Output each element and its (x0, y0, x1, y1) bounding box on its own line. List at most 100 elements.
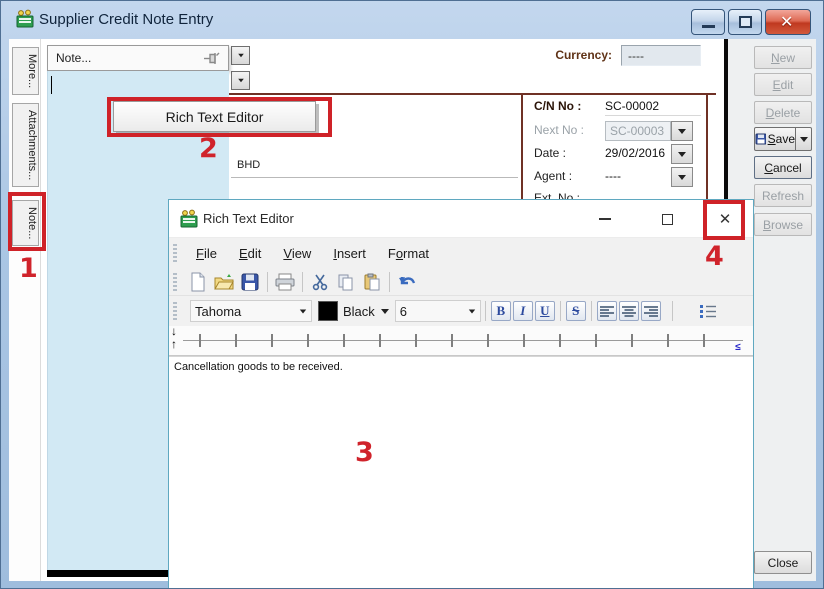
open-folder-icon[interactable] (213, 271, 235, 292)
agent-dropdown-button[interactable] (671, 167, 693, 187)
date-label: Date : (534, 146, 606, 160)
margin-marker-icon[interactable]: ≤ (735, 342, 741, 353)
menu-insert[interactable]: Insert (322, 242, 377, 265)
sidebar: More... Attachments... Note... (9, 39, 41, 581)
save-button[interactable]: Save (754, 127, 796, 151)
toolbar-separator (591, 301, 592, 321)
groupbox-right-border (706, 93, 708, 199)
minimize-icon (599, 218, 611, 220)
annotation-number-3: 3 (355, 437, 374, 468)
bullet-list-icon (699, 304, 717, 319)
rte-format-toolbar: Tahoma Black 6 B I U S (169, 295, 753, 326)
app-icon (15, 9, 35, 34)
font-name-select[interactable]: Tahoma (190, 300, 312, 322)
dropdown-arrow-icon (469, 309, 475, 313)
sidebar-tab-attachments[interactable]: Attachments... (12, 103, 39, 187)
cn-no-label: C/N No : (534, 99, 606, 113)
underline-button[interactable]: U (535, 301, 555, 321)
rte-menubar: File Edit View Insert Format (169, 238, 753, 268)
indent-marker-down-icon[interactable]: ↓ (171, 324, 177, 338)
currency-label: Currency: (521, 48, 612, 62)
ruler-ticks (199, 334, 739, 347)
sidebar-tab-more[interactable]: More... (12, 47, 39, 95)
window-titlebar: Supplier Credit Note Entry ✕ (1, 1, 824, 39)
dropdown-arrow-icon (678, 152, 686, 157)
next-no-field[interactable]: SC-00003 (605, 121, 671, 141)
delete-button[interactable]: Delete (754, 101, 812, 124)
cn-no-value[interactable]: SC-00002 (605, 99, 701, 116)
rte-standard-toolbar (169, 268, 753, 295)
toolbar-separator (485, 301, 486, 321)
indent-marker-up-icon[interactable]: ↑ (171, 337, 177, 351)
app-icon (179, 209, 199, 234)
font-size-select[interactable]: 6 (395, 300, 481, 322)
close-icon: ✕ (780, 12, 793, 32)
new-document-icon[interactable] (187, 271, 209, 292)
refresh-button[interactable]: Refresh (754, 184, 812, 207)
close-form-button[interactable]: Close (754, 551, 812, 574)
align-right-icon (644, 305, 658, 317)
bhd-currency-code: BHD (237, 159, 260, 171)
align-center-icon (622, 305, 636, 317)
agent-value[interactable]: ---- (605, 169, 621, 183)
window-title: Supplier Credit Note Entry (39, 11, 213, 28)
toolbar-grip[interactable] (173, 302, 177, 320)
align-right-button[interactable] (641, 301, 661, 321)
pushpin-icon[interactable] (203, 51, 220, 69)
toolbar-separator (560, 301, 561, 321)
print-icon[interactable] (274, 271, 296, 292)
menu-edit[interactable]: Edit (228, 242, 272, 265)
rte-minimize-button[interactable] (589, 204, 621, 234)
note-flyout-header[interactable]: Note... (47, 45, 229, 71)
dropdown-arrow-icon[interactable] (381, 309, 389, 314)
supplier-credit-note-window: Supplier Credit Note Entry ✕ More... Att… (0, 0, 824, 589)
save-icon[interactable] (239, 271, 261, 292)
annotation-box-1 (8, 192, 46, 251)
hidden-combo-dropdown-button-2[interactable] (231, 71, 250, 90)
undo-icon[interactable] (396, 271, 418, 292)
rich-text-editor-window: Rich Text Editor ✕ File Edit View Insert… (168, 199, 754, 589)
bold-button[interactable]: B (491, 301, 511, 321)
dropdown-arrow-icon (678, 175, 686, 180)
maximize-button[interactable] (728, 9, 762, 35)
menu-view[interactable]: View (272, 242, 322, 265)
hidden-combo-dropdown-button[interactable] (231, 46, 250, 65)
dropdown-arrow-icon (238, 54, 244, 58)
annotation-number-1: 1 (19, 253, 38, 284)
menu-file[interactable]: File (185, 242, 228, 265)
align-center-button[interactable] (619, 301, 639, 321)
cut-icon[interactable] (309, 271, 331, 292)
strikethrough-button[interactable]: S (566, 301, 586, 321)
next-no-dropdown-button[interactable] (671, 121, 693, 141)
bullet-list-button[interactable] (697, 301, 719, 322)
new-button[interactable]: New (754, 46, 812, 69)
date-value[interactable]: 29/02/2016 (605, 146, 665, 160)
date-dropdown-button[interactable] (671, 144, 693, 164)
rte-document-text: Cancellation goods to be received. (174, 361, 343, 373)
italic-button[interactable]: I (513, 301, 533, 321)
annotation-box-4 (703, 200, 745, 240)
cancel-button[interactable]: Cancel (754, 156, 812, 179)
edit-button[interactable]: Edit (754, 73, 812, 96)
font-color-swatch[interactable] (318, 301, 338, 321)
save-dropdown-button[interactable] (796, 127, 812, 151)
paste-icon[interactable] (361, 271, 383, 292)
align-left-button[interactable] (597, 301, 617, 321)
browse-button[interactable]: Browse (754, 213, 812, 236)
rte-document-area[interactable]: Cancellation goods to be received. (169, 356, 753, 589)
copy-icon[interactable] (335, 271, 357, 292)
toolbar-separator (267, 272, 268, 292)
maximize-icon (739, 16, 752, 28)
menu-format[interactable]: Format (377, 242, 440, 265)
text-caret (51, 76, 52, 94)
toolbar-grip[interactable] (173, 273, 177, 291)
rte-maximize-button[interactable] (651, 204, 683, 234)
form-divider (231, 177, 518, 178)
currency-field[interactable]: ---- (621, 45, 701, 66)
rte-ruler[interactable]: ↓ ↑ ≤ (169, 326, 753, 356)
toolbar-grip[interactable] (173, 244, 177, 262)
rte-titlebar: Rich Text Editor ✕ (169, 200, 753, 238)
minimize-button[interactable] (691, 9, 725, 35)
close-button[interactable]: ✕ (765, 9, 811, 35)
annotation-box-2 (107, 97, 332, 137)
